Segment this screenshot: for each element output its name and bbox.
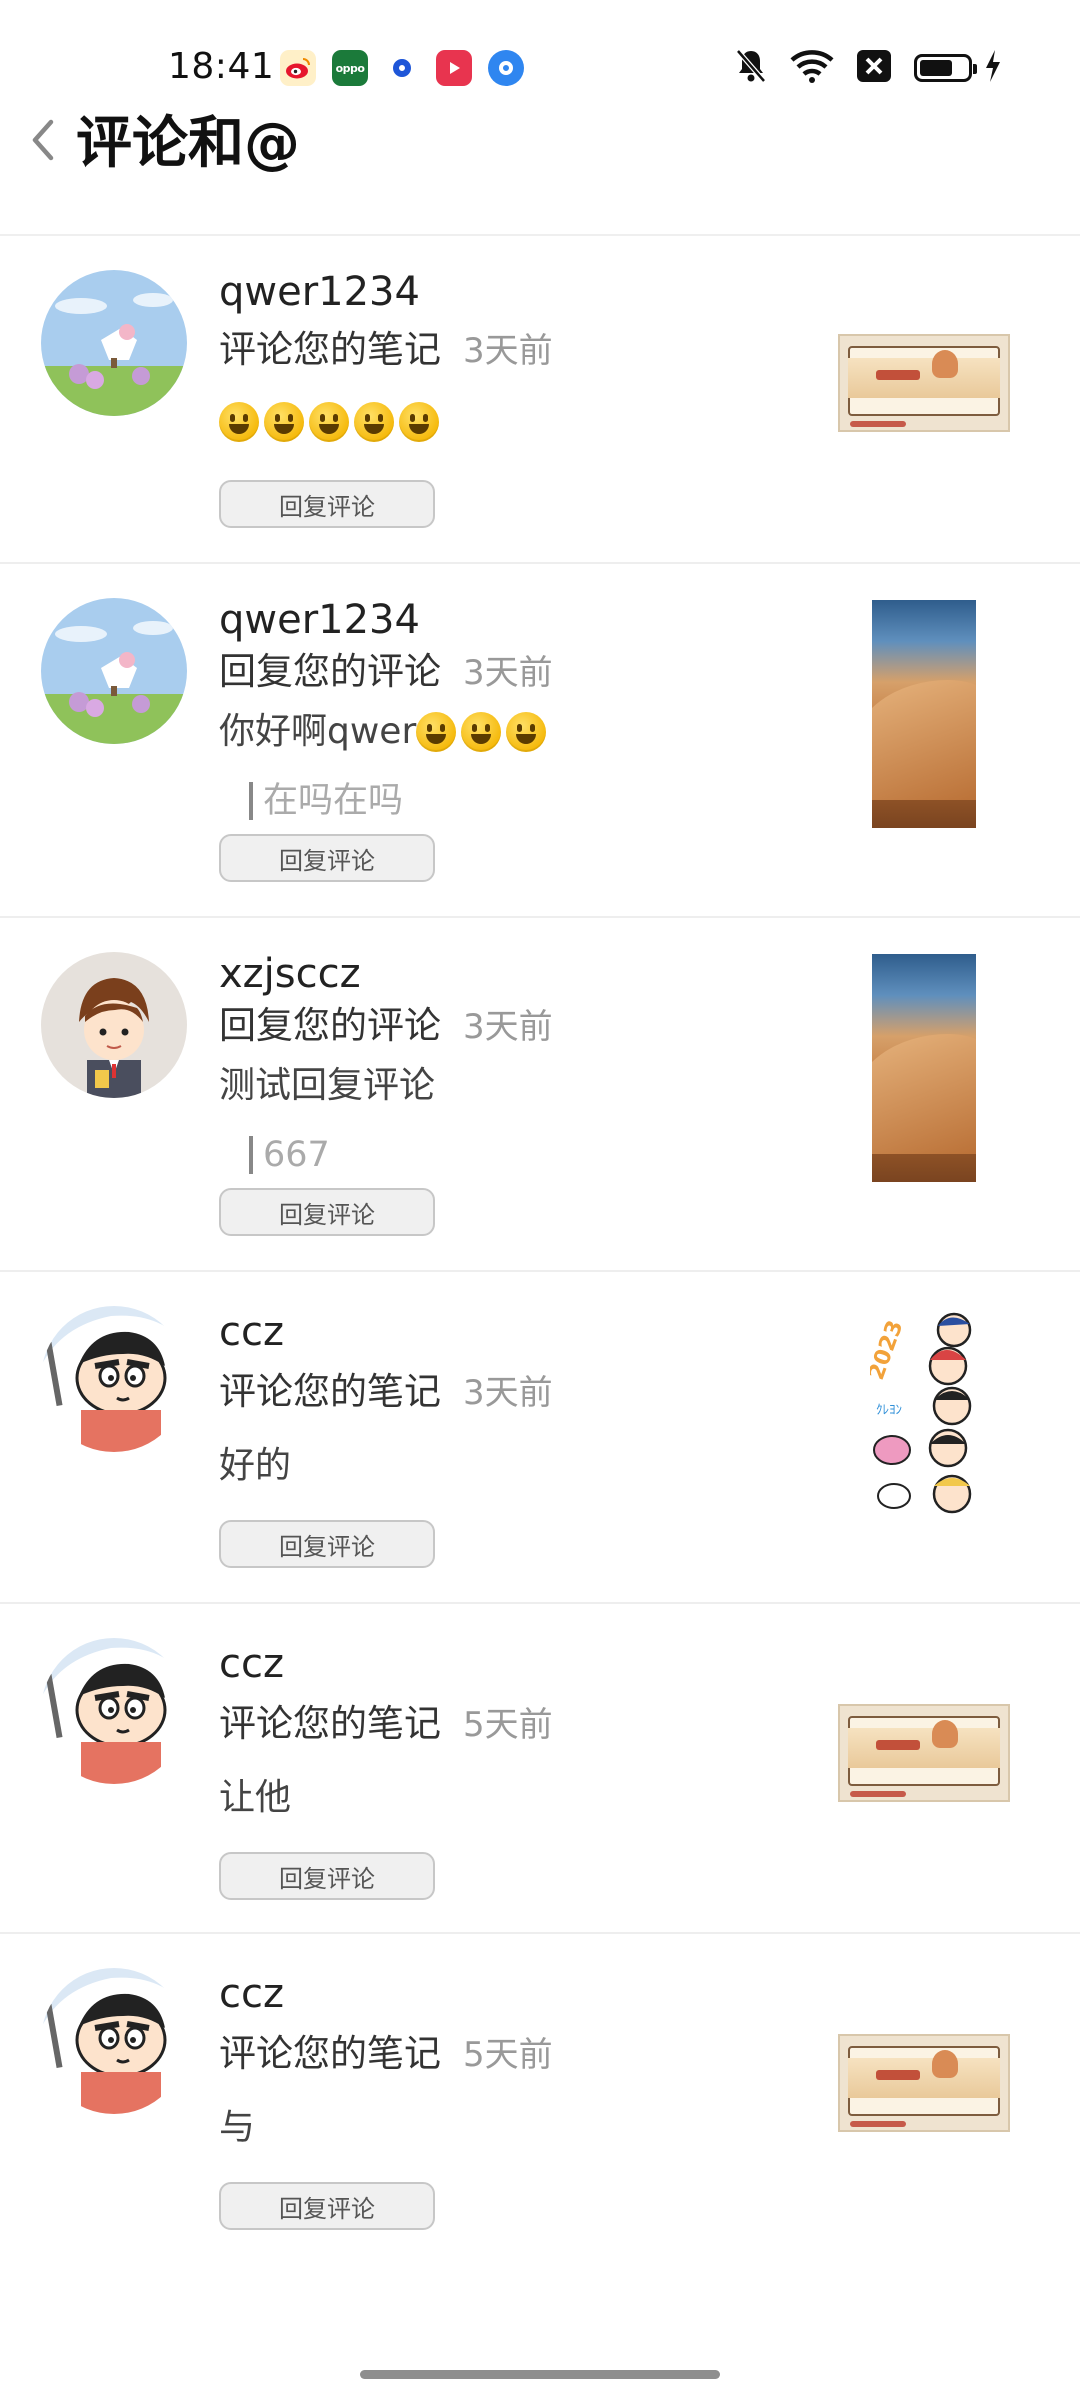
- oppo-icon: oppo: [332, 50, 368, 86]
- action-line: 评论您的笔记 5天前: [219, 2030, 553, 2079]
- comment-time: 3天前: [463, 653, 553, 693]
- username[interactable]: qwer1234: [219, 596, 420, 644]
- battery-icon: [914, 54, 977, 82]
- username[interactable]: qwer1234: [219, 268, 420, 316]
- comment-content: 让他: [219, 1774, 291, 1822]
- blue-circle-icon: [488, 50, 524, 86]
- avatar[interactable]: [41, 1638, 187, 1784]
- wifi-icon: [790, 49, 834, 87]
- quoted-comment: 在吗在吗: [249, 782, 403, 820]
- status-indicators: [712, 48, 1002, 88]
- blue-ring-icon: [384, 50, 420, 86]
- avatar[interactable]: [41, 952, 187, 1098]
- action-line: 评论您的笔记 5天前: [219, 1700, 553, 1749]
- smiley-emoji-icon: [219, 402, 259, 442]
- mute-bell-icon: [734, 48, 768, 88]
- note-thumbnail[interactable]: 2023 ｸﾚﾖﾝ: [870, 1310, 978, 1536]
- smiley-emoji-icon: [399, 402, 439, 442]
- comment-time: 5天前: [463, 1705, 553, 1745]
- status-bar: 18:41 oppo: [0, 0, 1080, 110]
- video-icon: [436, 50, 472, 86]
- reply-comment-button[interactable]: 回复评论: [219, 1852, 435, 1900]
- comment-content: 与: [219, 2104, 255, 2152]
- status-app-icons: oppo: [280, 50, 540, 86]
- smiley-emoji-icon: [506, 712, 547, 752]
- action-text: 评论您的笔记: [219, 2032, 441, 2075]
- status-time: 18:41: [168, 46, 275, 87]
- smiley-emoji-icon: [264, 402, 304, 442]
- comment-item[interactable]: qwer1234 回复您的评论 3天前 你好啊qwer 在吗在吗 回复评论: [0, 564, 1080, 918]
- weibo-icon: [280, 50, 316, 86]
- comment-time: 3天前: [463, 1373, 553, 1413]
- note-thumbnail[interactable]: [872, 954, 976, 1182]
- action-text: 评论您的笔记: [219, 1702, 441, 1745]
- action-line: 回复您的评论 3天前: [219, 1002, 553, 1051]
- comment-time: 5天前: [463, 2035, 553, 2075]
- chevron-left-icon: [32, 119, 54, 161]
- smiley-emoji-icon: [354, 402, 394, 442]
- comment-content: 测试回复评论: [219, 1062, 435, 1110]
- smiley-emoji-icon: [309, 402, 349, 442]
- reply-comment-button[interactable]: 回复评论: [219, 1520, 435, 1568]
- quoted-comment: 667: [249, 1136, 330, 1174]
- comment-content: 好的: [219, 1442, 291, 1490]
- comment-item[interactable]: ccz 评论您的笔记 5天前 让他 回复评论: [0, 1604, 1080, 1934]
- action-line: 评论您的笔记 3天前: [219, 326, 553, 375]
- action-line: 评论您的笔记 3天前: [219, 1368, 553, 1417]
- comment-text: 让他: [219, 1777, 292, 1818]
- sim-x-icon: [856, 49, 892, 87]
- action-text: 回复您的评论: [219, 650, 441, 693]
- username[interactable]: xzjsccz: [219, 950, 361, 998]
- action-line: 回复您的评论 3天前: [219, 648, 553, 697]
- page-title: 评论和@: [76, 111, 300, 176]
- comment-text: 好的: [219, 1445, 292, 1486]
- comment-time: 3天前: [463, 1007, 553, 1047]
- avatar[interactable]: [41, 270, 187, 416]
- comment-list: qwer1234 评论您的笔记 3天前 回复评论 qwer1234 回复您的评论…: [0, 236, 1080, 2264]
- avatar[interactable]: [41, 1968, 187, 2114]
- smiley-emoji-icon: [416, 712, 457, 752]
- comment-item[interactable]: xzjsccz 回复您的评论 3天前 测试回复评论 667 回复评论: [0, 918, 1080, 1272]
- action-text: 评论您的笔记: [219, 328, 441, 371]
- username[interactable]: ccz: [219, 1308, 284, 1356]
- action-text: 评论您的笔记: [219, 1370, 441, 1413]
- reply-comment-button[interactable]: 回复评论: [219, 480, 435, 528]
- svg-text:ｸﾚﾖﾝ: ｸﾚﾖﾝ: [876, 1403, 902, 1418]
- charging-icon: [984, 49, 1002, 87]
- comment-item[interactable]: ccz 评论您的笔记 3天前 好的 回复评论 2023 ｸﾚﾖﾝ: [0, 1272, 1080, 1604]
- action-text: 回复您的评论: [219, 1004, 441, 1047]
- avatar[interactable]: [41, 598, 187, 744]
- comment-item[interactable]: qwer1234 评论您的笔记 3天前 回复评论: [0, 236, 1080, 564]
- comment-text: 测试回复评论: [219, 1065, 436, 1106]
- comment-text: 与: [219, 2107, 256, 2148]
- note-thumbnail[interactable]: [838, 334, 1010, 432]
- comment-text: 你好啊qwer: [219, 711, 417, 752]
- back-button[interactable]: [14, 108, 70, 172]
- username[interactable]: ccz: [219, 1970, 284, 2018]
- reply-comment-button[interactable]: 回复评论: [219, 2182, 435, 2230]
- reply-comment-button[interactable]: 回复评论: [219, 1188, 435, 1236]
- comment-time: 3天前: [463, 331, 553, 371]
- home-indicator[interactable]: [360, 2370, 720, 2379]
- avatar[interactable]: [41, 1306, 187, 1452]
- smiley-emoji-icon: [461, 712, 502, 752]
- comment-content: [219, 402, 444, 442]
- reply-comment-button[interactable]: 回复评论: [219, 834, 435, 882]
- header: 评论和@: [0, 100, 1080, 230]
- note-thumbnail[interactable]: [872, 600, 976, 828]
- note-thumbnail[interactable]: [838, 1704, 1010, 1802]
- note-thumbnail[interactable]: [838, 2034, 1010, 2132]
- comment-item[interactable]: ccz 评论您的笔记 5天前 与 回复评论: [0, 1934, 1080, 2264]
- comment-content: 你好啊qwer: [219, 708, 551, 756]
- username[interactable]: ccz: [219, 1640, 284, 1688]
